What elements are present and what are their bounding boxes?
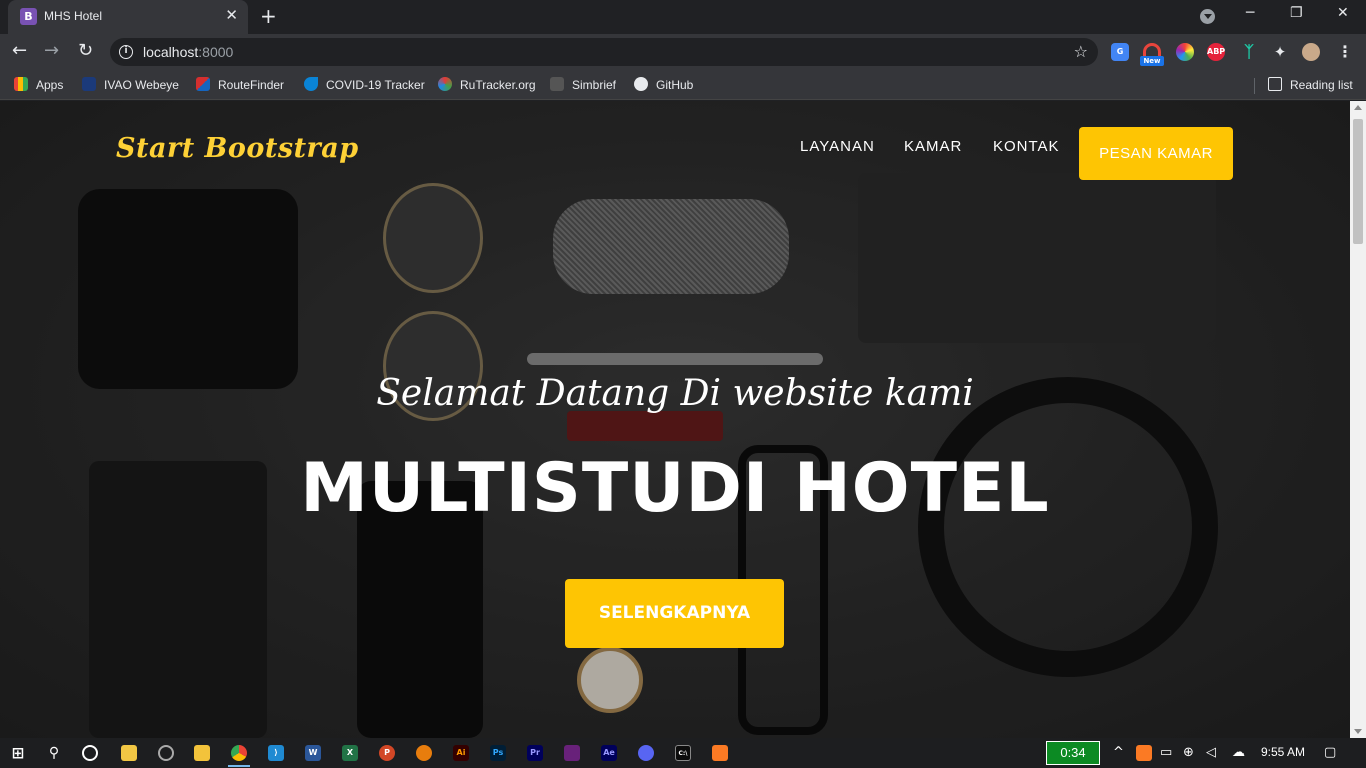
store-icon[interactable]: [121, 745, 137, 761]
reading-list-icon: [1268, 77, 1282, 91]
premiere-icon[interactable]: Pr: [527, 745, 543, 761]
google-translate-icon[interactable]: G: [1111, 43, 1129, 61]
hero-heading: MULTISTUDI HOTEL: [300, 449, 1050, 528]
restore-icon[interactable]: ❐: [1290, 5, 1303, 21]
close-window-icon[interactable]: ✕: [1337, 5, 1349, 21]
bookmark-separator: [1254, 78, 1255, 94]
tab-title: MHS Hotel: [44, 9, 103, 23]
bookmark-routefinder[interactable]: RouteFinder: [196, 77, 284, 93]
illustrator-icon[interactable]: Ai: [453, 745, 469, 761]
terminal-icon[interactable]: C:\: [675, 745, 691, 761]
puzzle-extensions-icon[interactable]: ✦: [1271, 43, 1289, 61]
vscode-icon[interactable]: ⟩: [268, 745, 284, 761]
bookmark-covid[interactable]: COVID-19 Tracker: [304, 77, 425, 93]
steam-icon[interactable]: [158, 745, 174, 761]
bookmark-ivao[interactable]: IVAO Webeye: [82, 77, 179, 93]
bookmark-label: GitHub: [656, 78, 694, 92]
adblock-plus-icon[interactable]: ABP: [1207, 43, 1225, 61]
discord-icon[interactable]: [638, 745, 654, 761]
reading-list-label: Reading list: [1290, 78, 1353, 92]
new-badge: New: [1140, 56, 1164, 66]
system-clock[interactable]: 9:55 AM: [1261, 745, 1305, 759]
battery-icon[interactable]: ▭: [1160, 745, 1172, 760]
back-icon[interactable]: ←: [12, 40, 27, 61]
reading-list[interactable]: Reading list: [1268, 77, 1353, 93]
simbrief-icon: [550, 77, 564, 91]
bookmark-label: IVAO Webeye: [104, 78, 179, 92]
book-room-button[interactable]: PESAN KAMAR: [1079, 127, 1233, 180]
profile-avatar[interactable]: [1302, 43, 1320, 61]
bookmark-apps[interactable]: Apps: [14, 77, 63, 93]
weather-cloud-icon[interactable]: ☁: [1232, 745, 1245, 760]
windows-taskbar: ⊞ ⚲ ⟩ W X P Ai Ps Pr Ae C:\ 0:34 ^ ▭ ⊕ ◁…: [0, 738, 1366, 768]
word-icon[interactable]: W: [305, 745, 321, 761]
github-icon: [634, 77, 648, 91]
cortana-icon[interactable]: [82, 745, 98, 761]
scroll-up-arrow-icon[interactable]: [1354, 105, 1362, 110]
scroll-down-arrow-icon[interactable]: [1354, 729, 1362, 734]
tab-strip: B MHS Hotel ✕ + ─ ❐ ✕: [0, 0, 1366, 34]
forward-icon[interactable]: →: [44, 40, 59, 61]
bookmark-rutracker[interactable]: RuTracker.org: [438, 77, 536, 93]
scroll-thumb[interactable]: [1353, 119, 1363, 244]
chrome-icon[interactable]: [231, 745, 247, 761]
tray-overflow-icon[interactable]: ^: [1113, 745, 1124, 760]
search-icon[interactable]: ⚲: [46, 745, 62, 761]
bookmark-label: Simbrief: [572, 78, 617, 92]
tab-search-icon[interactable]: [1200, 9, 1215, 24]
apps-grid-icon: [14, 77, 28, 91]
new-tab-icon[interactable]: +: [260, 4, 277, 28]
routefinder-icon: [196, 77, 210, 91]
menu-dots-icon[interactable]: ⋮: [1336, 43, 1354, 61]
bing-icon: [304, 77, 318, 91]
windows-start-icon[interactable]: ⊞: [10, 745, 26, 761]
xampp-tray-icon[interactable]: [1136, 745, 1152, 761]
brand-logo[interactable]: Start Bootstrap: [116, 133, 359, 164]
file-explorer-icon[interactable]: [194, 745, 210, 761]
page-scrollbar[interactable]: [1350, 101, 1366, 738]
network-globe-icon[interactable]: ⊕: [1183, 745, 1194, 760]
url-text[interactable]: localhost:8000: [143, 44, 233, 60]
color-wheel-icon[interactable]: [1176, 43, 1194, 61]
visual-studio-icon[interactable]: [564, 745, 580, 761]
learn-more-button[interactable]: SELENGKAPNYA: [565, 579, 784, 648]
xampp-icon[interactable]: [712, 745, 728, 761]
url-port: :8000: [198, 44, 234, 60]
address-bar[interactable]: i localhost:8000 ☆: [110, 38, 1098, 66]
photoshop-icon[interactable]: Ps: [490, 745, 506, 761]
nav-link-kamar[interactable]: KAMAR: [904, 138, 962, 155]
figure-icon[interactable]: ᛉ: [1240, 43, 1258, 61]
close-tab-icon[interactable]: ✕: [225, 6, 238, 24]
ivao-icon: [82, 77, 96, 91]
volume-icon[interactable]: ◁: [1206, 745, 1216, 760]
hero-subheading: Selamat Datang Di website kami: [376, 373, 974, 414]
blender-icon[interactable]: [416, 745, 432, 761]
bookmark-simbrief[interactable]: Simbrief: [550, 77, 616, 93]
bookmark-label: RuTracker.org: [460, 78, 536, 92]
url-host: localhost: [143, 44, 199, 60]
bookmark-label: COVID-19 Tracker: [326, 78, 425, 92]
powerpoint-icon[interactable]: P: [379, 745, 395, 761]
site-info-icon[interactable]: i: [119, 45, 133, 59]
rutracker-icon: [438, 77, 452, 91]
notifications-icon[interactable]: ▢: [1324, 745, 1336, 760]
reload-icon[interactable]: ↻: [78, 40, 93, 61]
browser-tab[interactable]: B MHS Hotel ✕: [8, 0, 248, 34]
bootstrap-favicon-icon: B: [20, 8, 37, 25]
bookmarks-bar: Apps IVAO Webeye RouteFinder COVID-19 Tr…: [0, 70, 1366, 100]
excel-icon[interactable]: X: [342, 745, 358, 761]
browser-toolbar: ← → ↻ i localhost:8000 ☆ G New ABP ᛉ ✦ ⋮: [0, 34, 1366, 70]
bookmark-label: Apps: [36, 78, 64, 92]
hero-section: Start Bootstrap LAYANAN KAMAR KONTAK PES…: [0, 101, 1350, 738]
minimize-icon[interactable]: ─: [1246, 5, 1254, 21]
nav-link-layanan[interactable]: LAYANAN: [800, 138, 875, 155]
bookmark-label: RouteFinder: [218, 78, 285, 92]
after-effects-icon[interactable]: Ae: [601, 745, 617, 761]
nav-link-kontak[interactable]: KONTAK: [993, 138, 1060, 155]
chrome-active-indicator: [228, 765, 250, 767]
recording-timer[interactable]: 0:34: [1046, 741, 1100, 765]
bookmark-github[interactable]: GitHub: [634, 77, 693, 93]
bookmark-star-icon[interactable]: ☆: [1074, 42, 1088, 61]
